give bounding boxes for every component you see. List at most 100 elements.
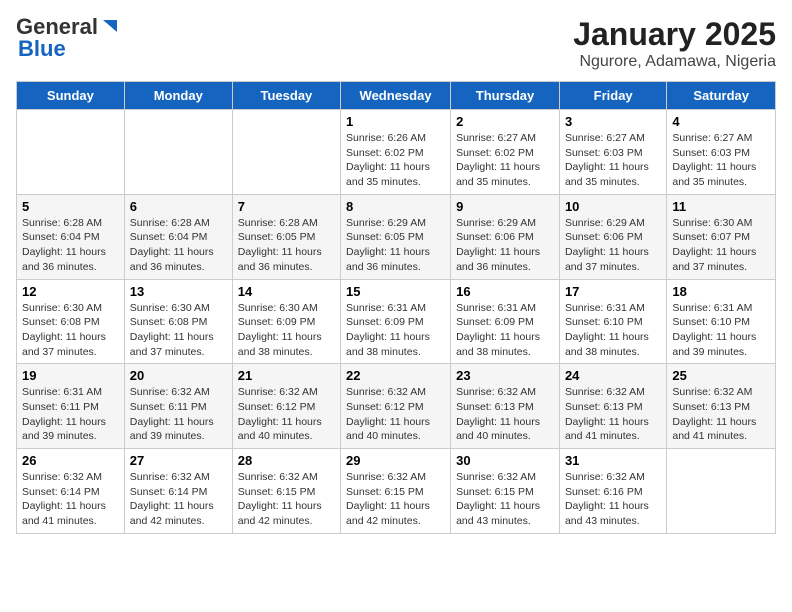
- weekday-header: Friday: [559, 82, 666, 110]
- daylight-text: Daylight: 11 hours and 40 minutes.: [346, 415, 445, 444]
- day-number: 24: [565, 368, 661, 383]
- calendar-cell: 11Sunrise: 6:30 AMSunset: 6:07 PMDayligh…: [667, 194, 776, 279]
- daylight-text: Daylight: 11 hours and 36 minutes.: [346, 245, 445, 274]
- sunset-text: Sunset: 6:09 PM: [456, 315, 554, 330]
- calendar-table: SundayMondayTuesdayWednesdayThursdayFrid…: [16, 81, 776, 534]
- sunrise-text: Sunrise: 6:32 AM: [346, 385, 445, 400]
- day-info: Sunrise: 6:29 AMSunset: 6:06 PMDaylight:…: [456, 216, 554, 275]
- day-info: Sunrise: 6:32 AMSunset: 6:15 PMDaylight:…: [456, 470, 554, 529]
- sunset-text: Sunset: 6:14 PM: [22, 485, 119, 500]
- day-info: Sunrise: 6:28 AMSunset: 6:05 PMDaylight:…: [238, 216, 335, 275]
- sunrise-text: Sunrise: 6:30 AM: [672, 216, 770, 231]
- calendar-cell: 21Sunrise: 6:32 AMSunset: 6:12 PMDayligh…: [232, 364, 340, 449]
- sunset-text: Sunset: 6:15 PM: [346, 485, 445, 500]
- daylight-text: Daylight: 11 hours and 37 minutes.: [130, 330, 227, 359]
- calendar-cell: 14Sunrise: 6:30 AMSunset: 6:09 PMDayligh…: [232, 279, 340, 364]
- day-number: 25: [672, 368, 770, 383]
- day-info: Sunrise: 6:32 AMSunset: 6:13 PMDaylight:…: [456, 385, 554, 444]
- calendar-cell: 9Sunrise: 6:29 AMSunset: 6:06 PMDaylight…: [451, 194, 560, 279]
- calendar-cell: 27Sunrise: 6:32 AMSunset: 6:14 PMDayligh…: [124, 449, 232, 534]
- day-number: 18: [672, 284, 770, 299]
- calendar-cell: 30 Sunrise: 6:32 AMSunset: 6:15 PMDayligh…: [451, 449, 560, 534]
- sunrise-text: Sunrise: 6:32 AM: [238, 470, 335, 485]
- daylight-text: Daylight: 11 hours and 36 minutes.: [456, 245, 554, 274]
- sunset-text: Sunset: 6:05 PM: [346, 230, 445, 245]
- sunset-text: Sunset: 6:05 PM: [238, 230, 335, 245]
- sunset-text: Sunset: 6:06 PM: [456, 230, 554, 245]
- daylight-text: Daylight: 11 hours and 37 minutes.: [565, 245, 661, 274]
- daylight-text: Daylight: 11 hours and 38 minutes.: [238, 330, 335, 359]
- sunset-text: Sunset: 6:04 PM: [22, 230, 119, 245]
- daylight-text: Daylight: 11 hours and 41 minutes.: [22, 499, 119, 528]
- sunrise-text: Sunrise: 6:32 AM: [238, 385, 335, 400]
- day-number: 1: [346, 114, 445, 129]
- day-info: Sunrise: 6:31 AMSunset: 6:09 PMDaylight:…: [346, 301, 445, 360]
- sunrise-text: Sunrise: 6:27 AM: [565, 131, 661, 146]
- logo-blue: Blue: [18, 38, 66, 60]
- calendar-cell: 31 Sunrise: 6:32 AMSunset: 6:16 PMDayligh…: [559, 449, 666, 534]
- sunrise-text: Sunrise: 6:32 AM: [22, 470, 119, 485]
- day-info: Sunrise: 6:32 AMSunset: 6:14 PMDaylight:…: [130, 470, 227, 529]
- sunset-text: Sunset: 6:16 PM: [565, 485, 661, 500]
- sunset-text: Sunset: 6:13 PM: [565, 400, 661, 415]
- day-info: Sunrise: 6:30 AMSunset: 6:08 PMDaylight:…: [22, 301, 119, 360]
- sunset-text: Sunset: 6:03 PM: [565, 146, 661, 161]
- day-info: Sunrise: 6:32 AMSunset: 6:12 PMDaylight:…: [238, 385, 335, 444]
- calendar-cell: 16Sunrise: 6:31 AMSunset: 6:09 PMDayligh…: [451, 279, 560, 364]
- sunset-text: Sunset: 6:07 PM: [672, 230, 770, 245]
- sunrise-text: Sunrise: 6:29 AM: [565, 216, 661, 231]
- day-info: Sunrise: 6:29 AMSunset: 6:05 PMDaylight:…: [346, 216, 445, 275]
- sunset-text: Sunset: 6:09 PM: [238, 315, 335, 330]
- sunrise-text: Sunrise: 6:31 AM: [672, 301, 770, 316]
- day-info: Sunrise: 6:30 AMSunset: 6:07 PMDaylight:…: [672, 216, 770, 275]
- logo-general: General: [16, 16, 98, 38]
- daylight-text: Daylight: 11 hours and 39 minutes.: [130, 415, 227, 444]
- sunset-text: Sunset: 6:12 PM: [346, 400, 445, 415]
- calendar-cell: 12Sunrise: 6:30 AMSunset: 6:08 PMDayligh…: [17, 279, 125, 364]
- day-number: 22: [346, 368, 445, 383]
- day-info: Sunrise: 6:30 AMSunset: 6:09 PMDaylight:…: [238, 301, 335, 360]
- sunrise-text: Sunrise: 6:28 AM: [130, 216, 227, 231]
- day-number: 15: [346, 284, 445, 299]
- day-number: 30: [456, 453, 554, 468]
- sunrise-text: Sunrise: 6:28 AM: [238, 216, 335, 231]
- sunrise-text: Sunrise: 6:27 AM: [672, 131, 770, 146]
- sunrise-text: Sunrise: 6:32 AM: [346, 470, 445, 485]
- day-number: 17: [565, 284, 661, 299]
- day-number: 10: [565, 199, 661, 214]
- calendar-cell: 6Sunrise: 6:28 AMSunset: 6:04 PMDaylight…: [124, 194, 232, 279]
- daylight-text: Daylight: 11 hours and 42 minutes.: [346, 499, 445, 528]
- daylight-text: Daylight: 11 hours and 37 minutes.: [672, 245, 770, 274]
- sunrise-text: Sunrise: 6:32 AM: [672, 385, 770, 400]
- sunset-text: Sunset: 6:04 PM: [130, 230, 227, 245]
- weekday-header: Monday: [124, 82, 232, 110]
- daylight-text: Daylight: 11 hours and 41 minutes.: [565, 415, 661, 444]
- sunrise-text: Sunrise: 6:31 AM: [22, 385, 119, 400]
- calendar-week-row: 19Sunrise: 6:31 AMSunset: 6:11 PMDayligh…: [17, 364, 776, 449]
- sunrise-text: Sunrise: 6:29 AM: [456, 216, 554, 231]
- calendar-week-row: 26Sunrise: 6:32 AMSunset: 6:14 PMDayligh…: [17, 449, 776, 534]
- daylight-text: Daylight: 11 hours and 43 minutes.: [565, 499, 661, 528]
- day-number: 7: [238, 199, 335, 214]
- month-title: January 2025: [573, 16, 776, 53]
- day-number: 31: [565, 453, 661, 468]
- sunset-text: Sunset: 6:11 PM: [22, 400, 119, 415]
- calendar-cell: 8Sunrise: 6:29 AMSunset: 6:05 PMDaylight…: [341, 194, 451, 279]
- sunset-text: Sunset: 6:03 PM: [672, 146, 770, 161]
- title-area: January 2025 Ngurore, Adamawa, Nigeria: [573, 16, 776, 71]
- day-number: 4: [672, 114, 770, 129]
- sunrise-text: Sunrise: 6:30 AM: [238, 301, 335, 316]
- daylight-text: Daylight: 11 hours and 40 minutes.: [456, 415, 554, 444]
- weekday-header: Sunday: [17, 82, 125, 110]
- calendar-cell: 5Sunrise: 6:28 AMSunset: 6:04 PMDaylight…: [17, 194, 125, 279]
- sunset-text: Sunset: 6:15 PM: [238, 485, 335, 500]
- sunrise-text: Sunrise: 6:32 AM: [565, 470, 661, 485]
- calendar-cell: 2Sunrise: 6:27 AMSunset: 6:02 PMDaylight…: [451, 110, 560, 195]
- calendar-cell: 28Sunrise: 6:32 AMSunset: 6:15 PMDayligh…: [232, 449, 340, 534]
- calendar-cell: [124, 110, 232, 195]
- day-info: Sunrise: 6:29 AMSunset: 6:06 PMDaylight:…: [565, 216, 661, 275]
- daylight-text: Daylight: 11 hours and 42 minutes.: [238, 499, 335, 528]
- day-info: Sunrise: 6:31 AMSunset: 6:10 PMDaylight:…: [672, 301, 770, 360]
- day-number: 26: [22, 453, 119, 468]
- calendar-cell: 15 Sunrise: 6:31 AMSunset: 6:09 PMDayligh…: [341, 279, 451, 364]
